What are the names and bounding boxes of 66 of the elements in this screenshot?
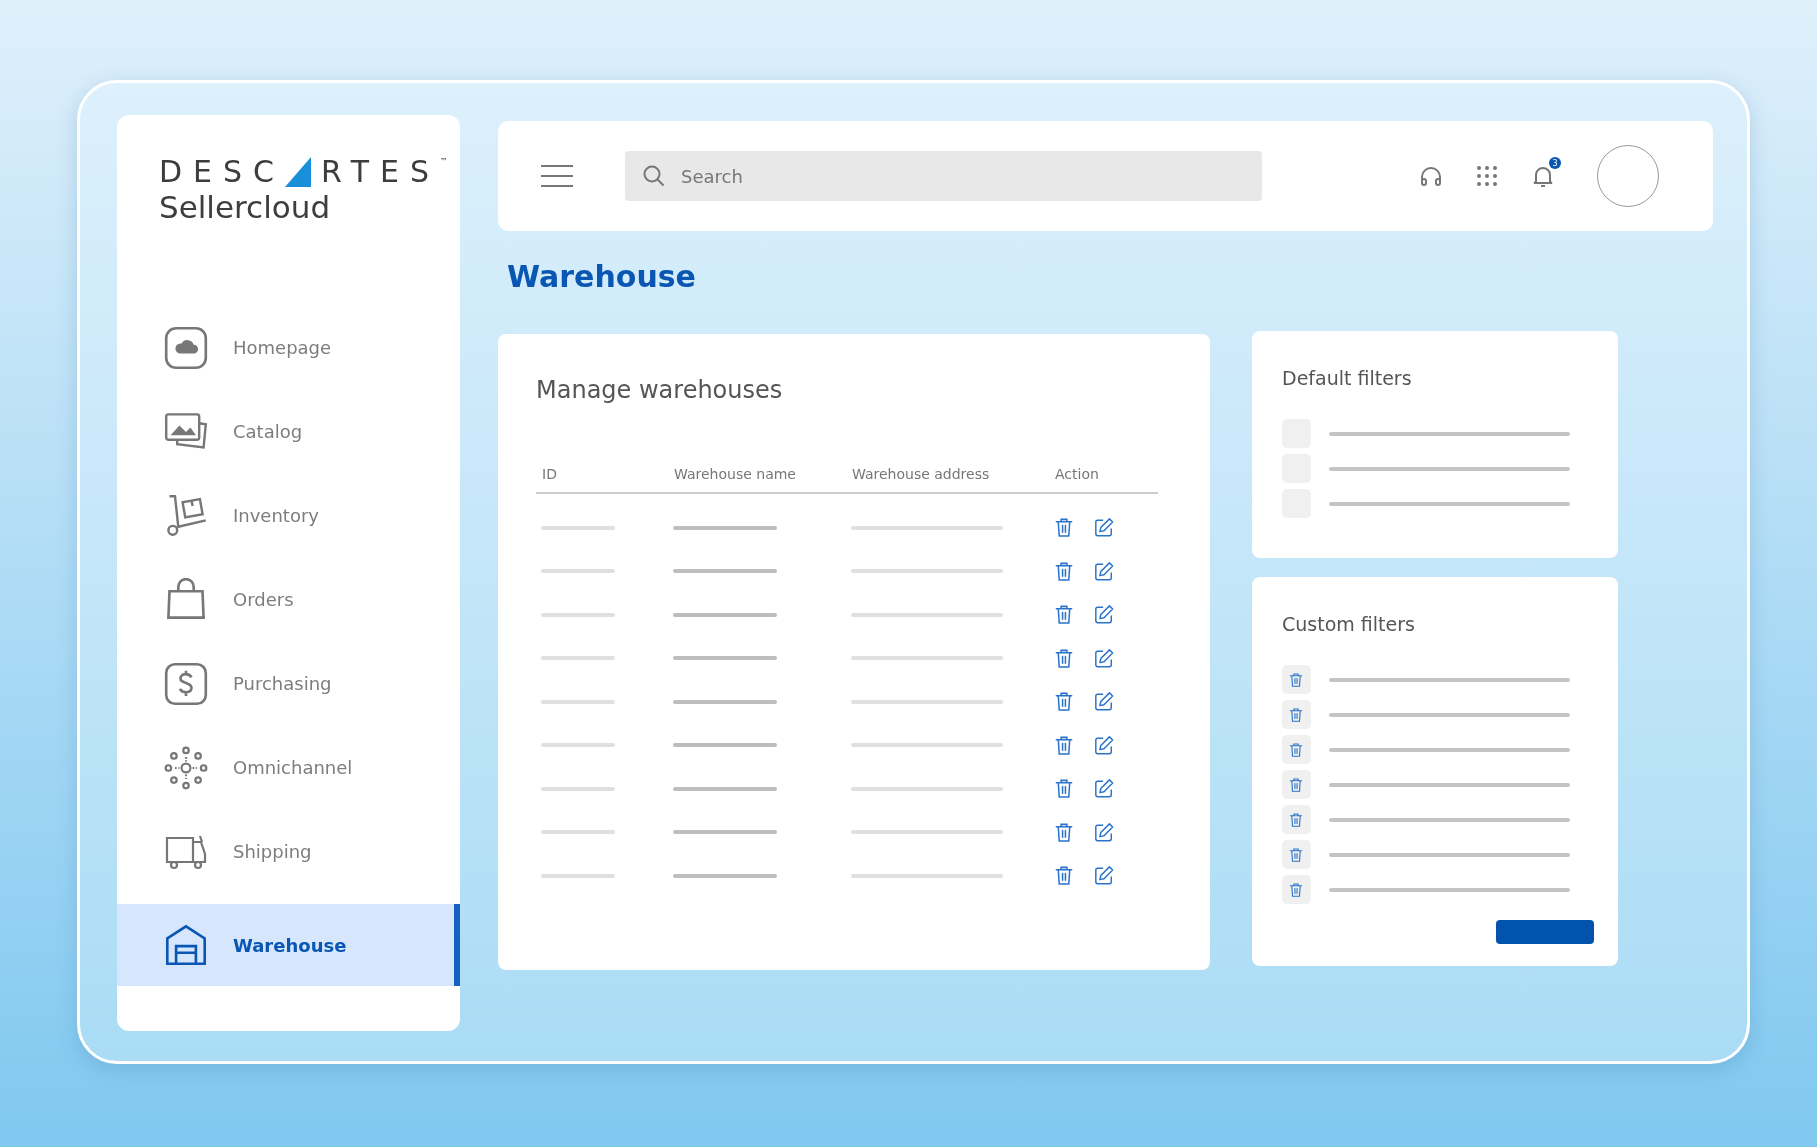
column-header: Action	[1055, 466, 1100, 482]
trash-icon[interactable]	[1289, 741, 1304, 758]
column-header: ID	[542, 466, 558, 482]
nav-item[interactable]: Omnichannel	[117, 744, 460, 791]
column-header: Warehouse address	[852, 466, 991, 482]
bell-icon[interactable]	[1531, 164, 1555, 188]
filter-delete-button[interactable]	[1282, 665, 1311, 694]
trash-icon[interactable]	[1054, 691, 1074, 713]
trash-icon[interactable]	[1054, 734, 1074, 756]
trash-icon[interactable]	[1054, 604, 1074, 626]
nav-item[interactable]: Shipping	[117, 828, 460, 875]
shopping-bag-icon	[164, 577, 208, 622]
filter-delete-button[interactable]	[1282, 735, 1311, 764]
filter-delete-button[interactable]	[1282, 770, 1311, 799]
filter-delete-button[interactable]	[1282, 700, 1311, 729]
headset-icon[interactable]	[1419, 164, 1443, 188]
trash-icon[interactable]	[1289, 846, 1304, 863]
trash-icon[interactable]	[1054, 778, 1074, 800]
filter-delete-button[interactable]	[1282, 875, 1311, 904]
card-title: Custom filters	[1282, 613, 1416, 635]
trash-icon[interactable]	[1289, 881, 1304, 898]
trash-icon[interactable]	[1289, 811, 1304, 828]
trash-icon[interactable]	[1289, 706, 1304, 723]
edit-icon[interactable]	[1094, 560, 1114, 582]
edit-icon[interactable]	[1094, 691, 1114, 713]
product-name: Sellercloud	[159, 189, 332, 225]
notification-badge: 3	[1549, 157, 1561, 169]
sail-logo-icon	[283, 157, 314, 187]
logo-text: DESC	[159, 157, 286, 187]
apps-grid-icon[interactable]	[1475, 164, 1499, 188]
edit-icon[interactable]	[1094, 778, 1114, 800]
search-field[interactable]: Search	[625, 151, 1262, 201]
nav-item[interactable]: Orders	[117, 576, 460, 623]
trash-icon[interactable]	[1289, 776, 1304, 793]
trash-icon[interactable]	[1054, 560, 1074, 582]
filter-delete-button[interactable]	[1282, 840, 1311, 869]
search-icon	[643, 165, 665, 187]
trash-icon[interactable]	[1289, 671, 1304, 688]
trash-icon[interactable]	[1054, 865, 1074, 887]
cloud-icon	[164, 325, 208, 370]
edit-icon[interactable]	[1094, 821, 1114, 843]
hand-truck-icon	[164, 493, 208, 538]
dollar-icon	[164, 661, 208, 706]
nav-item[interactable]: Catalog	[117, 408, 460, 455]
card-title: Default filters	[1282, 367, 1413, 389]
network-icon	[164, 745, 208, 790]
page-title: Warehouse	[507, 259, 697, 294]
trash-icon[interactable]	[1054, 647, 1074, 669]
filter-delete-button[interactable]	[1282, 805, 1311, 834]
nav-item[interactable]: Purchasing	[117, 660, 460, 707]
menu-icon[interactable]	[541, 165, 573, 187]
edit-icon[interactable]	[1094, 647, 1114, 669]
nav-item[interactable]: Inventory	[117, 492, 460, 539]
warehouse-icon	[164, 923, 208, 967]
nav-item[interactable]: Warehouse	[117, 904, 460, 986]
nav-item[interactable]: Homepage	[117, 324, 460, 371]
card-title: Manage warehouses	[536, 376, 784, 404]
edit-icon[interactable]	[1094, 517, 1114, 539]
trash-icon[interactable]	[1054, 517, 1074, 539]
column-header: Warehouse name	[674, 466, 797, 482]
edit-icon[interactable]	[1094, 604, 1114, 626]
trademark: ™	[440, 157, 449, 166]
logo-text: RTES	[321, 157, 441, 187]
trash-icon[interactable]	[1054, 821, 1074, 843]
edit-icon[interactable]	[1094, 865, 1114, 887]
edit-icon[interactable]	[1094, 734, 1114, 756]
